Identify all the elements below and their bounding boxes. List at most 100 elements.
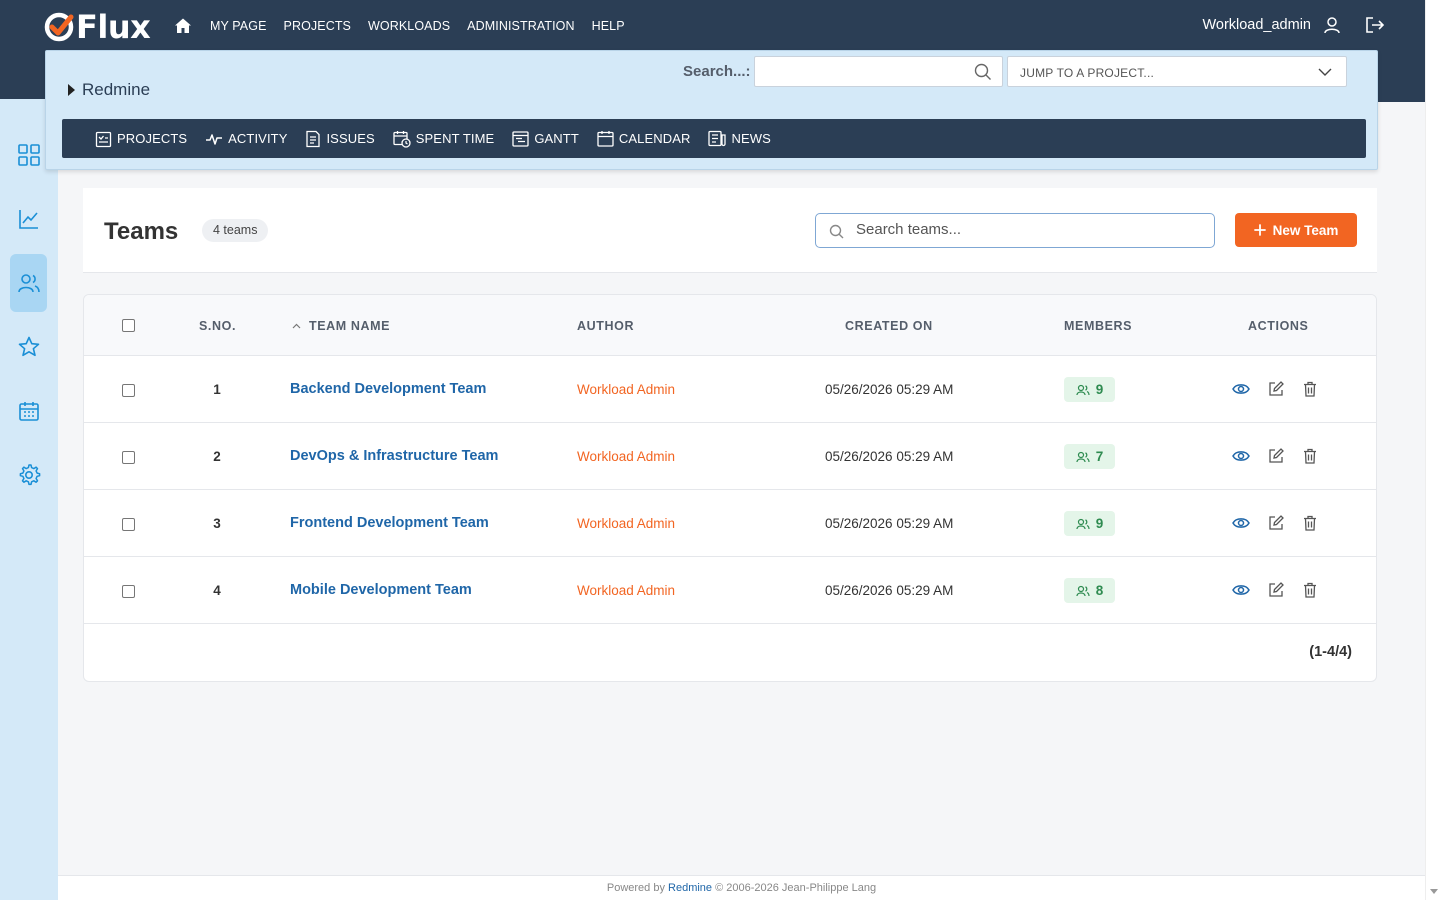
delete-trash-icon[interactable] bbox=[1302, 448, 1318, 464]
plus-icon bbox=[1253, 224, 1266, 236]
nav-projects[interactable]: PROJECTS bbox=[284, 19, 351, 33]
menu-issues-label: ISSUES bbox=[326, 131, 375, 146]
view-eye-icon[interactable] bbox=[1232, 515, 1250, 531]
user-icon[interactable] bbox=[1323, 16, 1341, 34]
created-on: 05/26/2026 05:29 AM bbox=[825, 449, 954, 464]
calendar-icon bbox=[597, 131, 614, 147]
menu-activity[interactable]: ACTIVITY bbox=[205, 131, 287, 146]
col-author: AUTHOR bbox=[577, 319, 635, 333]
members-count: 9 bbox=[1095, 382, 1104, 397]
nav-my-page[interactable]: MY PAGE bbox=[210, 19, 267, 33]
edit-icon[interactable] bbox=[1268, 582, 1284, 598]
members-badge: 9 bbox=[1064, 511, 1115, 536]
logout-icon[interactable] bbox=[1365, 16, 1385, 34]
created-on: 05/26/2026 05:29 AM bbox=[825, 516, 954, 531]
project-search-input[interactable] bbox=[754, 56, 1003, 87]
col-created-on: CREATED ON bbox=[845, 319, 933, 333]
sidebar-item-reports[interactable] bbox=[10, 190, 47, 248]
search-icon[interactable] bbox=[974, 63, 992, 81]
teams-count-badge: 4 teams bbox=[202, 219, 269, 242]
calendar-clock-icon bbox=[393, 130, 411, 148]
delete-trash-icon[interactable] bbox=[1302, 515, 1318, 531]
row-checkbox[interactable] bbox=[122, 518, 135, 531]
row-checkbox[interactable] bbox=[122, 585, 135, 598]
menu-news[interactable]: NEWS bbox=[708, 130, 771, 147]
row-actions bbox=[1232, 448, 1318, 464]
menu-calendar[interactable]: CALENDAR bbox=[597, 130, 691, 147]
sidebar-item-calendar[interactable] bbox=[10, 382, 47, 440]
edit-icon[interactable] bbox=[1268, 515, 1284, 531]
menu-news-label: NEWS bbox=[731, 131, 771, 146]
sidebar-item-settings[interactable] bbox=[10, 446, 47, 504]
footer-redmine-link[interactable]: Redmine bbox=[668, 882, 712, 894]
username-link[interactable]: Workload_admin bbox=[1202, 17, 1311, 33]
author-link[interactable]: Workload Admin bbox=[577, 516, 675, 531]
team-name-link[interactable]: Mobile Development Team bbox=[290, 582, 472, 598]
new-team-label: New Team bbox=[1272, 222, 1339, 238]
users-icon bbox=[1076, 384, 1090, 395]
author-link[interactable]: Workload Admin bbox=[577, 583, 675, 598]
delete-trash-icon[interactable] bbox=[1302, 381, 1318, 397]
delete-trash-icon[interactable] bbox=[1302, 582, 1318, 598]
nav-administration[interactable]: ADMINISTRATION bbox=[467, 19, 574, 33]
view-eye-icon[interactable] bbox=[1232, 381, 1250, 397]
team-name-link[interactable]: Frontend Development Team bbox=[290, 515, 489, 531]
menu-gantt[interactable]: GANTT bbox=[512, 130, 579, 147]
view-eye-icon[interactable] bbox=[1232, 448, 1250, 464]
team-name-link[interactable]: Backend Development Team bbox=[290, 381, 486, 397]
edit-icon[interactable] bbox=[1268, 448, 1284, 464]
author-link[interactable]: Workload Admin bbox=[577, 382, 675, 397]
gear-icon bbox=[19, 464, 40, 486]
clipboard-icon bbox=[95, 131, 112, 147]
row-checkbox[interactable] bbox=[122, 451, 135, 464]
chart-icon bbox=[18, 210, 38, 229]
members-badge: 8 bbox=[1064, 578, 1115, 603]
col-sno: S.NO. bbox=[199, 319, 237, 333]
scroll-down-arrow-icon[interactable] bbox=[1430, 889, 1438, 894]
star-icon bbox=[18, 336, 39, 357]
sidebar-item-teams[interactable] bbox=[10, 254, 47, 312]
table-row: 4 Mobile Development Team Workload Admin… bbox=[84, 557, 1376, 624]
select-all-checkbox[interactable] bbox=[122, 319, 135, 332]
search-icon bbox=[829, 224, 844, 239]
sidebar-item-dashboard[interactable] bbox=[10, 126, 47, 184]
col-team-name[interactable]: TEAM NAME bbox=[292, 319, 390, 333]
app-logo[interactable]: Flux bbox=[44, 8, 151, 46]
table-header: S.NO. TEAM NAME AUTHOR CREATED ON MEMBER… bbox=[84, 295, 1376, 356]
edit-icon[interactable] bbox=[1268, 381, 1284, 397]
teams-header: Teams 4 teams New Team bbox=[83, 188, 1377, 273]
team-search-box bbox=[815, 213, 1215, 248]
new-team-button[interactable]: New Team bbox=[1235, 213, 1357, 247]
project-header: Redmine Search...: JUMP TO A PROJECT... … bbox=[45, 50, 1378, 170]
nav-help[interactable]: HELP bbox=[592, 19, 625, 33]
team-name-link[interactable]: DevOps & Infrastructure Team bbox=[290, 448, 498, 464]
footer: Powered by Redmine © 2006-2026 Jean-Phil… bbox=[58, 875, 1425, 900]
menu-projects[interactable]: PROJECTS bbox=[95, 130, 187, 148]
page-scrollbar[interactable] bbox=[1425, 0, 1440, 900]
table-row: 3 Frontend Development Team Workload Adm… bbox=[84, 490, 1376, 557]
project-title[interactable]: Redmine bbox=[68, 80, 150, 100]
left-sidebar bbox=[0, 99, 58, 900]
author-link[interactable]: Workload Admin bbox=[577, 449, 675, 464]
menu-activity-label: ACTIVITY bbox=[228, 131, 288, 146]
home-icon[interactable] bbox=[174, 17, 192, 35]
top-navigation: MY PAGE PROJECTS WORKLOADS ADMINISTRATIO… bbox=[210, 19, 642, 33]
view-eye-icon[interactable] bbox=[1232, 582, 1250, 598]
project-menu: PROJECTS ACTIVITY ISSUES SPENT TIME GANT… bbox=[62, 119, 1366, 158]
expand-triangle-icon[interactable] bbox=[68, 84, 75, 96]
activity-icon bbox=[206, 133, 223, 145]
jump-to-project-select[interactable]: JUMP TO A PROJECT... bbox=[1007, 56, 1347, 87]
members-badge: 7 bbox=[1064, 444, 1115, 469]
row-sno: 3 bbox=[213, 516, 221, 531]
menu-spent-time[interactable]: SPENT TIME bbox=[393, 130, 495, 148]
row-actions bbox=[1232, 582, 1318, 598]
row-checkbox[interactable] bbox=[122, 384, 135, 397]
team-search-input[interactable] bbox=[856, 221, 1196, 238]
users-icon bbox=[17, 274, 40, 293]
nav-workloads[interactable]: WORKLOADS bbox=[368, 19, 450, 33]
sidebar-item-favorites[interactable] bbox=[10, 318, 47, 376]
search-label: Search...: bbox=[683, 63, 751, 80]
members-count: 7 bbox=[1095, 449, 1104, 464]
menu-issues[interactable]: ISSUES bbox=[305, 130, 375, 148]
row-sno: 4 bbox=[213, 583, 221, 598]
